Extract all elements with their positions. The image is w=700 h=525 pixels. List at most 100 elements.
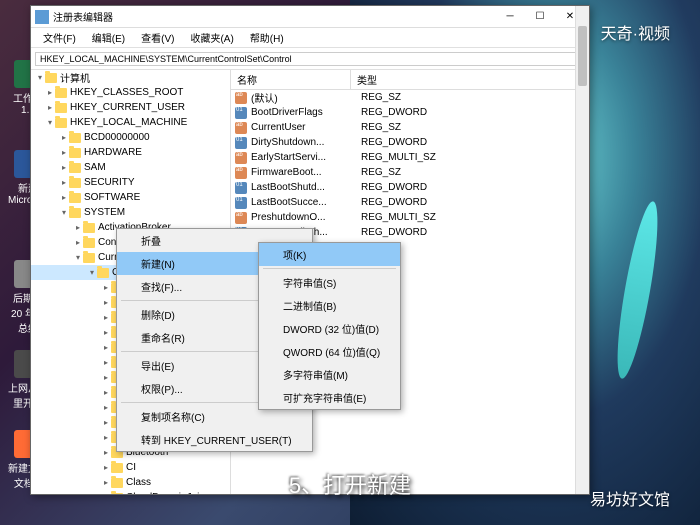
cm-separator [263, 268, 396, 269]
value-row[interactable]: BootDriverFlagsREG_DWORD [231, 105, 589, 120]
cm-goto[interactable]: 转到 HKEY_CURRENT_USER(T) [117, 428, 312, 451]
tree-item[interactable]: ▸Class [31, 475, 230, 490]
value-type-icon [235, 137, 247, 149]
menu-help[interactable]: 帮助(H) [242, 28, 292, 47]
menu-edit[interactable]: 编辑(E) [84, 28, 133, 47]
tree-item-label: SAM [84, 162, 106, 173]
folder-icon [83, 223, 95, 233]
minimize-button[interactable]: ─ [495, 7, 525, 27]
value-type-icon [235, 197, 247, 209]
folder-icon [55, 88, 67, 98]
folder-icon [69, 163, 81, 173]
expander-icon[interactable]: ▸ [101, 478, 111, 487]
folder-icon [45, 73, 57, 83]
col-type[interactable]: 类型 [351, 70, 589, 89]
value-row[interactable]: LastBootSucce...REG_DWORD [231, 195, 589, 210]
col-name[interactable]: 名称 [231, 70, 351, 89]
cm-new-multi[interactable]: 多字符串值(M) [259, 363, 400, 386]
value-type: REG_DWORD [355, 227, 589, 238]
tree-item[interactable]: ▸ CloudDomainJoin [31, 490, 230, 494]
tree-item[interactable]: ▾ SYSTEM [31, 205, 230, 220]
value-type: REG_DWORD [355, 137, 589, 148]
maximize-button[interactable]: ☐ [525, 7, 555, 27]
tree-item-label: SECURITY [84, 177, 135, 188]
cm-new-string[interactable]: 字符串值(S) [259, 271, 400, 294]
tree-item-label: CloudDomainJoin [126, 492, 205, 494]
expander-icon[interactable]: ▸ [59, 148, 69, 157]
expander-icon[interactable]: ▸ [101, 343, 111, 352]
expander-icon[interactable]: ▸ [101, 463, 111, 472]
expander-icon[interactable]: ▾ [87, 268, 97, 277]
tree-item[interactable]: ▾HKEY_LOCAL_MACHINE [31, 115, 230, 130]
menu-favorites[interactable]: 收藏夹(A) [182, 28, 241, 47]
cm-new-key[interactable]: 项(K) [259, 243, 400, 266]
titlebar[interactable]: 注册表编辑器 ─ ☐ ✕ [31, 6, 589, 28]
expander-icon[interactable]: ▾ [73, 253, 83, 262]
folder-icon [111, 463, 123, 473]
cm-new-expand[interactable]: 可扩充字符串值(E) [259, 386, 400, 409]
tree-item-label: BCD00000000 [84, 132, 150, 143]
value-row[interactable]: PreshutdownO...REG_MULTI_SZ [231, 210, 589, 225]
expander-icon[interactable]: ▸ [101, 358, 111, 367]
tree-item[interactable]: ▸ SECURITY [31, 175, 230, 190]
value-name: FirmwareBoot... [251, 167, 355, 178]
expander-icon[interactable]: ▸ [101, 373, 111, 382]
expander-icon[interactable]: ▸ [101, 448, 111, 457]
expander-icon[interactable]: ▸ [73, 223, 83, 232]
cm-new-qword[interactable]: QWORD (64 位)值(Q) [259, 340, 400, 363]
expander-icon[interactable]: ▸ [59, 133, 69, 142]
tree-item[interactable]: ▸ HKEY_CLASSES_ROOT [31, 85, 230, 100]
tree-item[interactable]: ▸HARDWARE [31, 145, 230, 160]
menu-view[interactable]: 查看(V) [133, 28, 182, 47]
expander-icon[interactable]: ▸ [73, 238, 83, 247]
expander-icon[interactable]: ▸ [101, 313, 111, 322]
expander-icon[interactable]: ▸ [101, 298, 111, 307]
value-row[interactable]: LastBootShutd...REG_DWORD [231, 180, 589, 195]
value-row[interactable]: FirmwareBoot...REG_SZ [231, 165, 589, 180]
value-name: PreshutdownO... [251, 212, 355, 223]
expander-icon[interactable]: ▸ [45, 103, 55, 112]
tree-item-label: HKEY_CLASSES_ROOT [70, 87, 183, 98]
expander-icon[interactable]: ▸ [59, 193, 69, 202]
expander-icon[interactable]: ▸ [101, 328, 111, 337]
expander-icon[interactable]: ▸ [59, 178, 69, 187]
cm-new-binary[interactable]: 二进制值(B) [259, 294, 400, 317]
folder-icon [55, 118, 67, 128]
menu-file[interactable]: 文件(F) [35, 28, 84, 47]
tree-item[interactable]: ▸ BCD00000000 [31, 130, 230, 145]
list-header: 名称 类型 [231, 70, 589, 90]
tree-item-label: SYSTEM [84, 207, 125, 218]
value-name: LastBootShutd... [251, 182, 355, 193]
folder-icon [111, 478, 123, 488]
tree-item[interactable]: ▸HKEY_CURRENT_USER [31, 100, 230, 115]
value-row[interactable]: EarlyStartServi...REG_MULTI_SZ [231, 150, 589, 165]
expander-icon[interactable]: ▸ [101, 433, 111, 442]
expander-icon[interactable]: ▾ [35, 73, 45, 82]
expander-icon[interactable]: ▾ [45, 118, 55, 127]
folder-icon [83, 253, 95, 263]
expander-icon[interactable]: ▸ [101, 403, 111, 412]
watermark-bottom-right: 易坊好文馆 [590, 486, 670, 510]
value-type-icon [235, 107, 247, 119]
app-icon [35, 10, 49, 24]
value-name: DirtyShutdown... [251, 137, 355, 148]
value-row[interactable]: DirtyShutdown...REG_DWORD [231, 135, 589, 150]
expander-icon[interactable]: ▸ [101, 493, 111, 494]
value-row[interactable]: (默认)REG_SZ [231, 90, 589, 105]
expander-icon[interactable]: ▸ [101, 283, 111, 292]
tree-item[interactable]: ▸ SAM [31, 160, 230, 175]
cm-new-dword[interactable]: DWORD (32 位)值(D) [259, 317, 400, 340]
value-row[interactable]: CurrentUserREG_SZ [231, 120, 589, 135]
expander-icon[interactable]: ▸ [45, 88, 55, 97]
address-input[interactable] [35, 52, 581, 66]
expander-icon[interactable]: ▸ [101, 418, 111, 427]
folder-icon [69, 193, 81, 203]
tree-item[interactable]: ▾计算机 [31, 70, 230, 85]
value-type: REG_MULTI_SZ [355, 212, 589, 223]
expander-icon[interactable]: ▾ [59, 208, 69, 217]
value-name: (默认) [251, 90, 355, 105]
expander-icon[interactable]: ▸ [101, 388, 111, 397]
tree-item[interactable]: ▸CI [31, 460, 230, 475]
expander-icon[interactable]: ▸ [59, 163, 69, 172]
tree-item[interactable]: ▸SOFTWARE [31, 190, 230, 205]
